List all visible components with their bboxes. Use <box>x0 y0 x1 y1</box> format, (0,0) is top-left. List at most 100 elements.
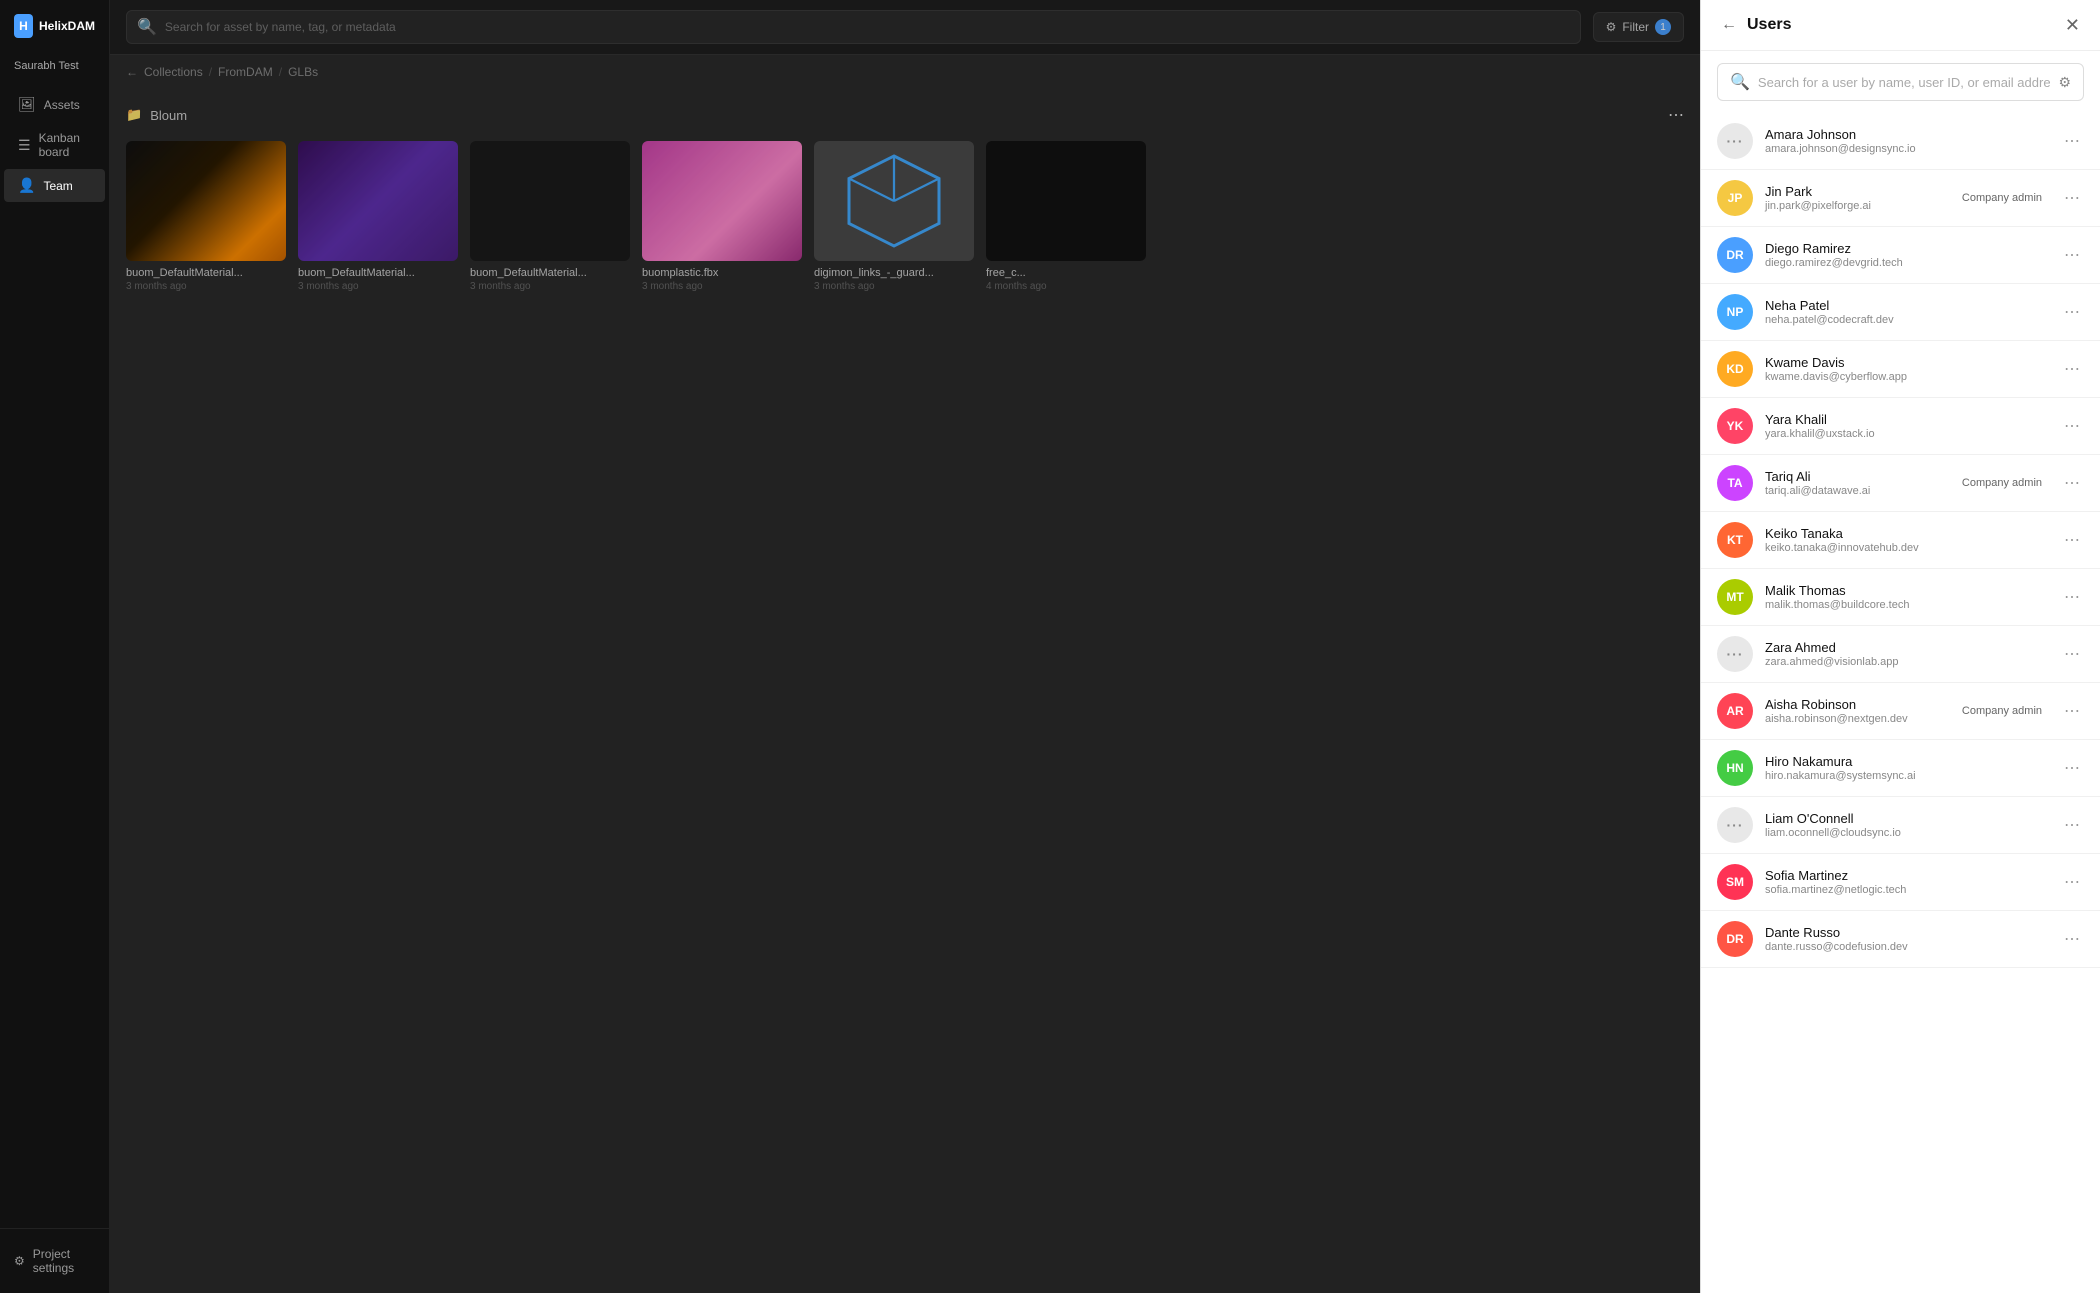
asset-thumbnail <box>814 141 974 261</box>
user-email: malik.thomas@buildcore.tech <box>1765 599 2048 611</box>
asset-name: buom_DefaultMaterial... <box>470 267 630 279</box>
user-row[interactable]: JP Jin Park jin.park@pixelforge.ai Compa… <box>1701 170 2100 227</box>
user-email: amara.johnson@designsync.io <box>1765 143 2048 155</box>
user-more-button[interactable]: ⋯ <box>2060 186 2084 210</box>
user-more-button[interactable]: ⋯ <box>2060 129 2084 153</box>
user-row[interactable]: TA Tariq Ali tariq.ali@datawave.ai Compa… <box>1701 455 2100 512</box>
panel-search-input[interactable] <box>1758 75 2051 90</box>
avatar: HN <box>1717 750 1753 786</box>
user-badge: Company admin <box>1962 705 2042 717</box>
collection-header: 📁 Bloum ⋯ <box>126 105 1684 125</box>
user-email: aisha.robinson@nextgen.dev <box>1765 713 1950 725</box>
user-name: Zara Ahmed <box>1765 640 2048 655</box>
asset-grid: buom_DefaultMaterial... 3 months ago buo… <box>126 141 1684 292</box>
user-more-button[interactable]: ⋯ <box>2060 357 2084 381</box>
user-more-button[interactable]: ⋯ <box>2060 756 2084 780</box>
user-badge: Company admin <box>1962 192 2042 204</box>
breadcrumb-back-arrow[interactable]: ← <box>126 65 138 79</box>
asset-name: buom_DefaultMaterial... <box>298 267 458 279</box>
project-settings-label: Project settings <box>33 1247 95 1275</box>
user-more-button[interactable]: ⋯ <box>2060 585 2084 609</box>
user-info: Keiko Tanaka keiko.tanaka@innovatehub.de… <box>1765 526 2048 554</box>
sidebar: H HelixDAM Saurabh Test 🖼 Assets ☰ Kanba… <box>0 0 110 1293</box>
content-area: 📁 Bloum ⋯ buom_DefaultMaterial... 3 mont… <box>110 89 1700 1293</box>
user-row[interactable]: KT Keiko Tanaka keiko.tanaka@innovatehub… <box>1701 512 2100 569</box>
user-name: Tariq Ali <box>1765 469 1950 484</box>
user-more-button[interactable]: ⋯ <box>2060 471 2084 495</box>
user-row[interactable]: Liam O'Connell liam.oconnell@cloudsync.i… <box>1701 797 2100 854</box>
user-email: diego.ramirez@devgrid.tech <box>1765 257 2048 269</box>
panel-close-button[interactable]: ✕ <box>2065 16 2080 34</box>
asset-name: buom_DefaultMaterial... <box>126 267 286 279</box>
user-info: Dante Russo dante.russo@codefusion.dev <box>1765 925 2048 953</box>
sidebar-item-kanban-label: Kanban board <box>39 131 91 159</box>
user-row[interactable]: NP Neha Patel neha.patel@codecraft.dev ⋯ <box>1701 284 2100 341</box>
user-row[interactable]: DR Diego Ramirez diego.ramirez@devgrid.t… <box>1701 227 2100 284</box>
user-name: Yara Khalil <box>1765 412 2048 427</box>
asset-card[interactable]: buom_DefaultMaterial... 3 months ago <box>126 141 286 292</box>
user-row[interactable]: DR Dante Russo dante.russo@codefusion.de… <box>1701 911 2100 968</box>
sidebar-item-assets[interactable]: 🖼 Assets <box>4 88 105 121</box>
user-info: Jin Park jin.park@pixelforge.ai <box>1765 184 1950 212</box>
avatar: NP <box>1717 294 1753 330</box>
user-info: Zara Ahmed zara.ahmed@visionlab.app <box>1765 640 2048 668</box>
user-more-button[interactable]: ⋯ <box>2060 813 2084 837</box>
user-name: Dante Russo <box>1765 925 2048 940</box>
topbar: 🔍 ⚙ Filter 1 <box>110 0 1700 55</box>
user-name: Malik Thomas <box>1765 583 2048 598</box>
asset-card[interactable]: buomplastic.fbx 3 months ago <box>642 141 802 292</box>
panel-search-bar: 🔍 ⚙ <box>1717 63 2084 101</box>
user-row[interactable]: MT Malik Thomas malik.thomas@buildcore.t… <box>1701 569 2100 626</box>
asset-card[interactable]: digimon_links_-_guard... 3 months ago <box>814 141 974 292</box>
user-row[interactable]: SM Sofia Martinez sofia.martinez@netlogi… <box>1701 854 2100 911</box>
user-more-button[interactable]: ⋯ <box>2060 243 2084 267</box>
panel-back-button[interactable]: ← <box>1721 16 1737 34</box>
user-row[interactable]: AR Aisha Robinson aisha.robinson@nextgen… <box>1701 683 2100 740</box>
sidebar-item-team[interactable]: 👤 Team <box>4 169 105 202</box>
user-more-button[interactable]: ⋯ <box>2060 699 2084 723</box>
panel-filter-icon[interactable]: ⚙ <box>2058 74 2071 91</box>
search-bar[interactable]: 🔍 <box>126 10 1581 44</box>
user-email: tariq.ali@datawave.ai <box>1765 485 1950 497</box>
app-logo[interactable]: H HelixDAM <box>0 0 109 52</box>
avatar: AR <box>1717 693 1753 729</box>
user-more-button[interactable]: ⋯ <box>2060 528 2084 552</box>
asset-card[interactable]: buom_DefaultMaterial... 3 months ago <box>470 141 630 292</box>
breadcrumb-sep-2: / <box>279 65 282 79</box>
user-name: Liam O'Connell <box>1765 811 2048 826</box>
settings-icon: ⚙ <box>14 1254 25 1268</box>
breadcrumb-collections[interactable]: Collections <box>144 65 203 79</box>
folder-icon: 📁 <box>126 107 142 123</box>
avatar: JP <box>1717 180 1753 216</box>
collection-more-btn[interactable]: ⋯ <box>1668 105 1684 125</box>
user-email: liam.oconnell@cloudsync.io <box>1765 827 2048 839</box>
filter-button[interactable]: ⚙ Filter 1 <box>1593 12 1684 42</box>
sidebar-item-team-label: Team <box>43 179 72 193</box>
asset-date: 3 months ago <box>642 281 802 292</box>
user-more-button[interactable]: ⋯ <box>2060 642 2084 666</box>
user-info: Tariq Ali tariq.ali@datawave.ai <box>1765 469 1950 497</box>
user-name: Aisha Robinson <box>1765 697 1950 712</box>
user-more-button[interactable]: ⋯ <box>2060 870 2084 894</box>
user-name: Kwame Davis <box>1765 355 2048 370</box>
breadcrumb-fromdam[interactable]: FromDAM <box>218 65 273 79</box>
search-icon: 🔍 <box>137 17 157 37</box>
user-name: Hiro Nakamura <box>1765 754 2048 769</box>
avatar: KD <box>1717 351 1753 387</box>
user-more-button[interactable]: ⋯ <box>2060 300 2084 324</box>
sidebar-item-project-settings[interactable]: ⚙ Project settings <box>14 1241 95 1281</box>
search-input[interactable] <box>165 20 1570 34</box>
user-more-button[interactable]: ⋯ <box>2060 927 2084 951</box>
user-row[interactable]: KD Kwame Davis kwame.davis@cyberflow.app… <box>1701 341 2100 398</box>
user-row[interactable]: HN Hiro Nakamura hiro.nakamura@systemsyn… <box>1701 740 2100 797</box>
user-row[interactable]: Amara Johnson amara.johnson@designsync.i… <box>1701 113 2100 170</box>
asset-card[interactable]: free_c... 4 months ago <box>986 141 1146 292</box>
user-row[interactable]: Zara Ahmed zara.ahmed@visionlab.app ⋯ <box>1701 626 2100 683</box>
user-more-button[interactable]: ⋯ <box>2060 414 2084 438</box>
asset-card[interactable]: buom_DefaultMaterial... 3 months ago <box>298 141 458 292</box>
assets-icon: 🖼 <box>18 96 36 113</box>
sidebar-item-kanban[interactable]: ☰ Kanban board <box>4 123 105 167</box>
user-row[interactable]: YK Yara Khalil yara.khalil@uxstack.io ⋯ <box>1701 398 2100 455</box>
avatar <box>1717 807 1753 843</box>
breadcrumb-glbs[interactable]: GLBs <box>288 65 318 79</box>
